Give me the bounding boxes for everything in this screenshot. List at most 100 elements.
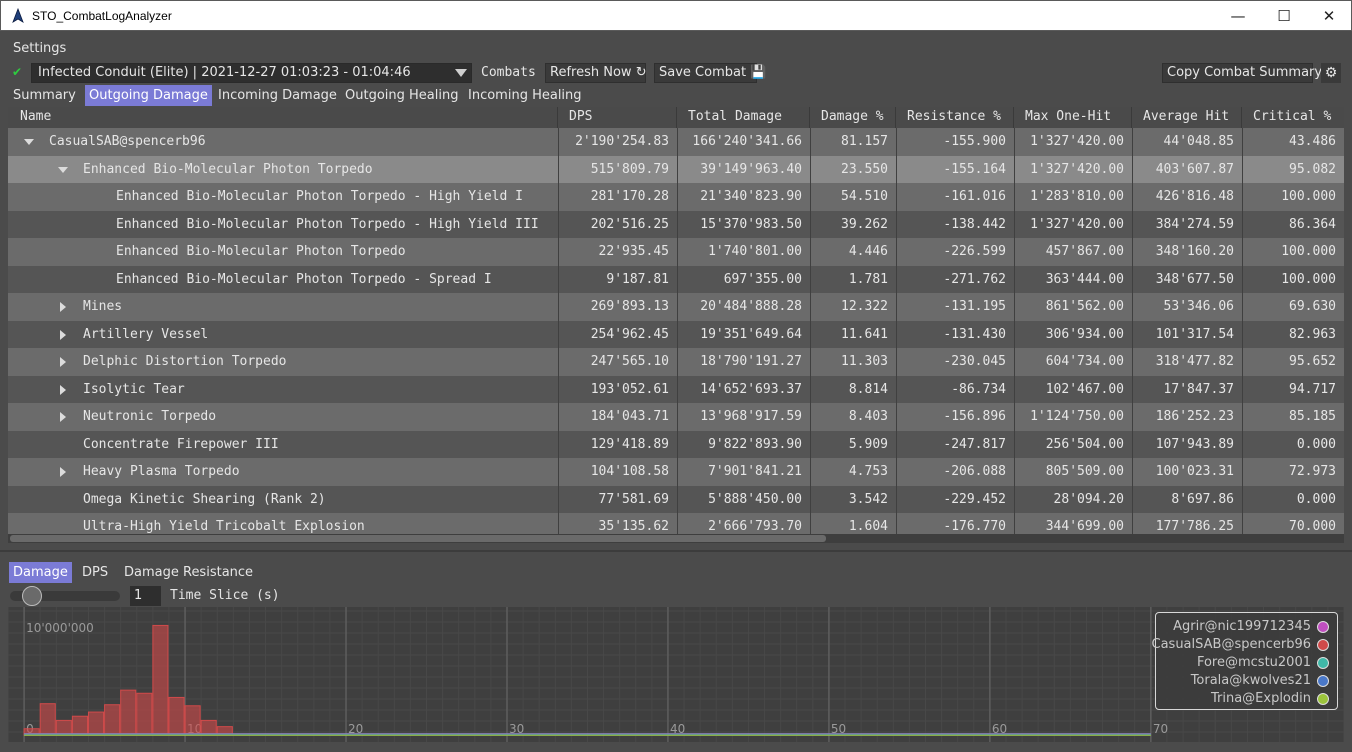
table-row[interactable]: Omega Kinetic Shearing (Rank 2) 77'581.69…: [8, 485, 1344, 513]
row-value: 4.446: [848, 244, 888, 259]
row-value: 515'809.79: [590, 161, 669, 177]
row-value: 17'847.37: [1163, 381, 1234, 397]
legend-item[interactable]: Torala@kwolves21: [1191, 672, 1329, 690]
legend-item[interactable]: Agrir@nic199712345: [1173, 618, 1329, 636]
column-header-dps[interactable]: DPS: [558, 107, 677, 128]
column-header-critical-pct[interactable]: Critical %: [1242, 107, 1344, 128]
combat-select[interactable]: Infected Conduit (Elite) | 2021-12-27 01…: [31, 63, 472, 83]
row-value: 202'516.25: [590, 216, 669, 232]
table-row[interactable]: Ultra-High Yield Tricobalt Explosion 35'1…: [8, 513, 1344, 534]
row-value: 1'327'420.00: [1030, 134, 1124, 149]
table-row[interactable]: CasualSAB@spencerb96 2'190'254.83 166'240'…: [8, 128, 1344, 156]
row-value: 104'108.58: [590, 464, 669, 479]
tab-incoming-healing[interactable]: Incoming Healing: [464, 85, 586, 106]
expand-down-icon[interactable]: [58, 166, 68, 173]
table-row[interactable]: Mines 269'893.13 20'484'888.28 12.322 -131.1…: [8, 293, 1344, 321]
row-value: 107'943.89: [1155, 436, 1234, 452]
column-header-max-one-hit[interactable]: Max One-Hit: [1014, 107, 1132, 128]
row-value: -206.088: [943, 464, 1006, 479]
expand-right-icon[interactable]: [60, 467, 66, 477]
time-slice-input[interactable]: 1: [130, 586, 161, 606]
column-header-total-damage[interactable]: Total Damage: [677, 107, 810, 128]
legend-color-dot: [1317, 675, 1329, 687]
legend-item[interactable]: Fore@mcstu2001: [1197, 654, 1329, 672]
table-row[interactable]: Artillery Vessel 254'962.45 19'351'649.64 1…: [8, 320, 1344, 348]
tab-graph-dps[interactable]: DPS: [78, 562, 112, 583]
panel-divider[interactable]: [0, 550, 1352, 552]
row-value: 13'968'917.59: [700, 409, 802, 424]
row-value: 100.000: [1281, 244, 1336, 259]
scrollbar-thumb[interactable]: [10, 535, 826, 542]
table-row[interactable]: Heavy Plasma Torpedo 104'108.58 7'901'841.…: [8, 458, 1344, 486]
table-row[interactable]: Isolytic Tear 193'052.61 14'652'693.37 8.81…: [8, 375, 1344, 403]
refresh-now-label: Refresh Now: [550, 65, 632, 80]
tab-outgoing-healing[interactable]: Outgoing Healing: [341, 85, 462, 106]
time-slice-label: Time Slice (s): [170, 588, 280, 603]
row-value: -155.164: [943, 161, 1006, 177]
row-value: 39'149'963.40: [700, 161, 802, 177]
gear-icon[interactable]: ⚙: [1321, 63, 1341, 83]
table-row[interactable]: Enhanced Bio-Molecular Photon Torpedo - …: [8, 265, 1344, 293]
expand-right-icon[interactable]: [60, 384, 66, 395]
analysis-tabs: Summary Outgoing Damage Incoming Damage …: [0, 85, 1352, 107]
expand-down-icon[interactable]: [24, 139, 34, 145]
copy-combat-summary-button[interactable]: Copy Combat Summary: [1162, 63, 1322, 83]
row-value: 166'240'341.66: [692, 134, 802, 149]
damage-bar: [168, 696, 185, 736]
tab-incoming-damage[interactable]: Incoming Damage: [214, 85, 341, 106]
legend-item[interactable]: Trina@Explodin: [1211, 690, 1329, 708]
save-combat-button[interactable]: Save Combat 💾: [654, 63, 766, 83]
damage-bar: [136, 692, 153, 736]
row-value: -86.734: [951, 381, 1006, 397]
row-value: 77'581.69: [598, 491, 669, 507]
row-value: -131.430: [943, 326, 1006, 342]
row-value: 14'652'693.37: [700, 381, 802, 397]
row-value: 8.403: [848, 409, 888, 424]
row-value: 28'094.20: [1053, 491, 1124, 507]
damage-table: Name DPS Total Damage Damage % Resistanc…: [8, 107, 1344, 534]
expand-right-icon[interactable]: [60, 302, 66, 312]
expand-right-icon[interactable]: [60, 329, 66, 340]
row-value: 697'355.00: [723, 271, 802, 287]
damage-bar: [39, 703, 56, 736]
combats-label: Combats: [481, 65, 536, 80]
time-slice-slider-knob[interactable]: [22, 586, 42, 606]
minimize-button[interactable]: —: [1215, 1, 1261, 31]
row-value: 5'888'450.00: [708, 491, 802, 507]
row-value: 54.510: [841, 189, 888, 204]
table-row[interactable]: Neutronic Torpedo 184'043.71 13'968'917.59…: [8, 403, 1344, 431]
column-header-damage-pct[interactable]: Damage %: [810, 107, 896, 128]
column-header-average-hit[interactable]: Average Hit: [1132, 107, 1242, 128]
expand-right-icon[interactable]: [60, 357, 66, 367]
table-row[interactable]: Enhanced Bio-Molecular Photon Torpedo 515…: [8, 155, 1344, 183]
table-row[interactable]: Enhanced Bio-Molecular Photon Torpedo - …: [8, 210, 1344, 238]
tab-graph-damage-resistance[interactable]: Damage Resistance: [120, 562, 257, 583]
row-name: Isolytic Tear: [83, 381, 185, 397]
table-row[interactable]: Enhanced Bio-Molecular Photon Torpedo 22'…: [8, 238, 1344, 266]
row-value: 12.322: [841, 299, 888, 314]
table-row[interactable]: Delphic Distortion Torpedo 247'565.10 18'7…: [8, 348, 1344, 376]
copy-combat-summary-label: Copy Combat Summary: [1167, 65, 1323, 80]
close-button[interactable]: ✕: [1306, 1, 1352, 31]
row-value: 256'504.00: [1045, 436, 1124, 452]
refresh-now-button[interactable]: Refresh Now ↻: [545, 63, 647, 83]
tab-summary[interactable]: Summary: [9, 85, 80, 106]
settings-menu[interactable]: Settings: [13, 41, 66, 56]
damage-graph[interactable]: 01020304050607010'000'000: [8, 607, 1344, 742]
table-horizontal-scrollbar[interactable]: [8, 534, 1344, 543]
table-row[interactable]: Enhanced Bio-Molecular Photon Torpedo - …: [8, 183, 1344, 211]
legend-item[interactable]: CasualSAB@spencerb96: [1152, 636, 1329, 654]
column-header-name[interactable]: Name: [8, 107, 558, 128]
tab-outgoing-damage[interactable]: Outgoing Damage: [85, 85, 212, 106]
table-row[interactable]: Concentrate Firepower III 129'418.89 9'822…: [8, 430, 1344, 458]
row-value: 82.963: [1289, 326, 1336, 342]
expand-right-icon[interactable]: [60, 412, 66, 422]
row-value: 348'677.50: [1155, 271, 1234, 287]
row-name: Ultra-High Yield Tricobalt Explosion: [83, 519, 365, 534]
row-value: 3.542: [848, 491, 888, 507]
maximize-button[interactable]: ☐: [1261, 1, 1307, 31]
column-header-resistance-pct[interactable]: Resistance %: [896, 107, 1014, 128]
row-value: 1.781: [848, 271, 888, 287]
row-value: 95.652: [1289, 354, 1336, 369]
tab-graph-damage[interactable]: Damage: [9, 562, 72, 583]
